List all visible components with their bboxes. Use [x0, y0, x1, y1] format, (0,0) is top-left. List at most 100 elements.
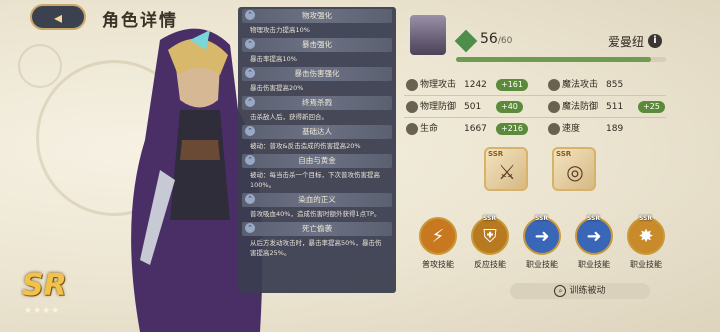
skill-desc: 从后方发动攻击时，暴击率提高50%，暴击伤害提高25%。 [250, 239, 382, 257]
skill-name: 自由与黄金 [298, 156, 336, 165]
skill-chevron-icon: ⌃ [245, 126, 255, 136]
stat-magic-defense: 魔法防御 511 +25 [548, 99, 665, 115]
slash-icon: ⚡ [419, 217, 457, 255]
stat-label: 魔法防御 [562, 102, 599, 112]
skill-button-reaction[interactable]: SSR ⛨ 反应技能 [468, 215, 512, 277]
stat-bonus: +25 [638, 101, 665, 113]
rarity-tag: SSR [483, 215, 496, 222]
divider [404, 117, 666, 118]
train-passive-label: 训练被动 [569, 286, 606, 296]
skill-name: 死亡偷袭 [302, 224, 332, 233]
stat-magic-attack: 魔法攻击 855 [548, 77, 638, 93]
level-display: 56/60 [480, 31, 512, 47]
skill-desc: 暴击伤害提高20% [250, 84, 304, 92]
ring-icon: ◎ [566, 160, 584, 184]
skill-chevron-icon: ⌃ [245, 39, 255, 49]
skill-entry: ⌃ 死亡偷袭 从后方发动攻击时，暴击率提高50%，暴击伤害提高25%。 [242, 222, 392, 259]
skill-chevron-icon: ⌃ [245, 97, 255, 107]
skill-button-label: 反应技能 [474, 260, 506, 269]
skill-button-label: 职业技能 [630, 260, 662, 269]
rarity-tag: SSR [488, 150, 504, 158]
stat-value: 511 [606, 102, 624, 112]
skill-name: 物攻强化 [302, 11, 332, 20]
avatar[interactable] [410, 15, 446, 55]
skill-button-attack[interactable]: ⚡ 普攻技能 [416, 217, 460, 277]
info-icon[interactable]: i [648, 34, 662, 48]
skill-entry: ⌃ 暴击强化 暴击率提高10% [242, 38, 392, 65]
back-arrow-icon: ◂ [53, 7, 63, 27]
sword-icon [406, 78, 418, 91]
skill-name: 暴击伤害强化 [294, 69, 340, 78]
shield-skill-icon: SSR ⛨ [471, 215, 509, 255]
level-current: 56 [480, 31, 498, 47]
stat-value: 855 [606, 80, 624, 90]
stat-value: 1667 [464, 124, 487, 134]
shield-icon [406, 100, 418, 113]
rarity-tag: SSR [556, 150, 572, 158]
skill-entry: ⌃ 暴击伤害强化 暴击伤害提高20% [242, 67, 392, 94]
stat-label: 生命 [420, 124, 439, 134]
stat-label: 物理攻击 [420, 80, 457, 90]
star-rating: ★★★★ [24, 306, 61, 316]
skill-entry: ⌃ 基础达人 被动：普攻&反击造成的伤害提高20% [242, 125, 392, 152]
stat-value: 501 [464, 102, 482, 112]
rarity-tag: SSR [587, 215, 600, 222]
skill-button-class-1[interactable]: SSR ➜ 职业技能 [520, 215, 564, 277]
back-button[interactable]: ◂ [30, 4, 86, 30]
magic-icon [548, 78, 560, 91]
equipment-accessory[interactable]: SSR ◎ [552, 147, 596, 191]
skill-entry: ⌃ 自由与黄金 被动：每当击杀一个目标，下次普攻伤害提高100%。 [242, 154, 392, 191]
hero-name: 爱曼纽 [608, 35, 645, 49]
decorative-sun [18, 44, 62, 88]
skill-entry: ⌃ 染血的正义 普攻吸血40%，造成伤害时额外获得1点TP。 [242, 193, 392, 220]
stat-label: 魔法攻击 [562, 80, 599, 90]
equipment-weapon[interactable]: SSR ⚔ [484, 147, 528, 191]
heart-icon [406, 122, 418, 135]
level-gem-icon [454, 29, 478, 53]
stat-physical-attack: 物理攻击 1242 +161 [406, 77, 528, 93]
boot-icon [548, 122, 560, 135]
search-icon: ⌕ [554, 284, 567, 297]
rarity-tag: SSR [535, 215, 548, 222]
stat-bonus: +216 [496, 123, 528, 135]
exp-bar-fill [456, 57, 652, 62]
skill-chevron-icon: ⌃ [245, 223, 255, 233]
exp-bar [456, 57, 666, 62]
skill-button-class-3[interactable]: SSR ✸ 职业技能 [624, 215, 668, 277]
hero-info-panel: 56/60 爱曼纽 i 物理攻击 1242 +161 魔法攻击 855 物理防御 501… [400, 7, 670, 299]
stat-value: 1242 [464, 80, 487, 90]
skill-entry: ⌃ 物攻强化 物理攻击力提高10% [242, 9, 392, 36]
stat-bonus: +161 [496, 79, 528, 91]
skill-button-class-2[interactable]: SSR ➜ 职业技能 [572, 215, 616, 277]
skill-description-panel: ⌃ 物攻强化 物理攻击力提高10% ⌃ 暴击强化 暴击率提高10% ⌃ 暴击伤害强化 … [238, 7, 396, 293]
stat-value: 189 [606, 124, 624, 134]
skill-button-label: 职业技能 [526, 260, 558, 269]
skill-chevron-icon: ⌃ [245, 155, 255, 165]
stat-hp: 生命 1667 +216 [406, 121, 528, 137]
dash-icon: SSR ➜ [523, 215, 561, 255]
skill-chevron-icon: ⌃ [245, 10, 255, 20]
rarity-badge: SR [22, 268, 67, 303]
skill-button-label: 普攻技能 [422, 260, 454, 269]
dagger-icon: ⚔ [498, 160, 516, 184]
skill-desc: 击杀敌人后，获得新回合。 [250, 113, 328, 121]
level-max: /60 [497, 36, 513, 46]
stat-label: 物理防御 [420, 102, 457, 112]
burst-icon: SSR ✸ [627, 215, 665, 255]
train-passive-button[interactable]: ⌕ 训练被动 [510, 283, 650, 299]
skill-entry: ⌃ 终焉杀戮 击杀敌人后，获得新回合。 [242, 96, 392, 123]
magic-shield-icon [548, 100, 560, 113]
skill-name: 染血的正义 [298, 195, 336, 204]
skill-name: 基础达人 [302, 127, 332, 136]
skill-desc: 被动：每当击杀一个目标，下次普攻伤害提高100%。 [250, 171, 380, 189]
rarity-tag: SSR [639, 215, 652, 222]
stat-bonus: +40 [496, 101, 523, 113]
skill-name: 暴击强化 [302, 40, 332, 49]
divider [404, 95, 666, 96]
skill-button-label: 职业技能 [578, 260, 610, 269]
stat-speed: 速度 189 [548, 121, 638, 137]
stat-physical-defense: 物理防御 501 +40 [406, 99, 523, 115]
skill-desc: 被动：普攻&反击造成的伤害提高20% [250, 142, 361, 150]
skill-desc: 普攻吸血40%，造成伤害时额外获得1点TP。 [250, 210, 381, 218]
skill-chevron-icon: ⌃ [245, 68, 255, 78]
